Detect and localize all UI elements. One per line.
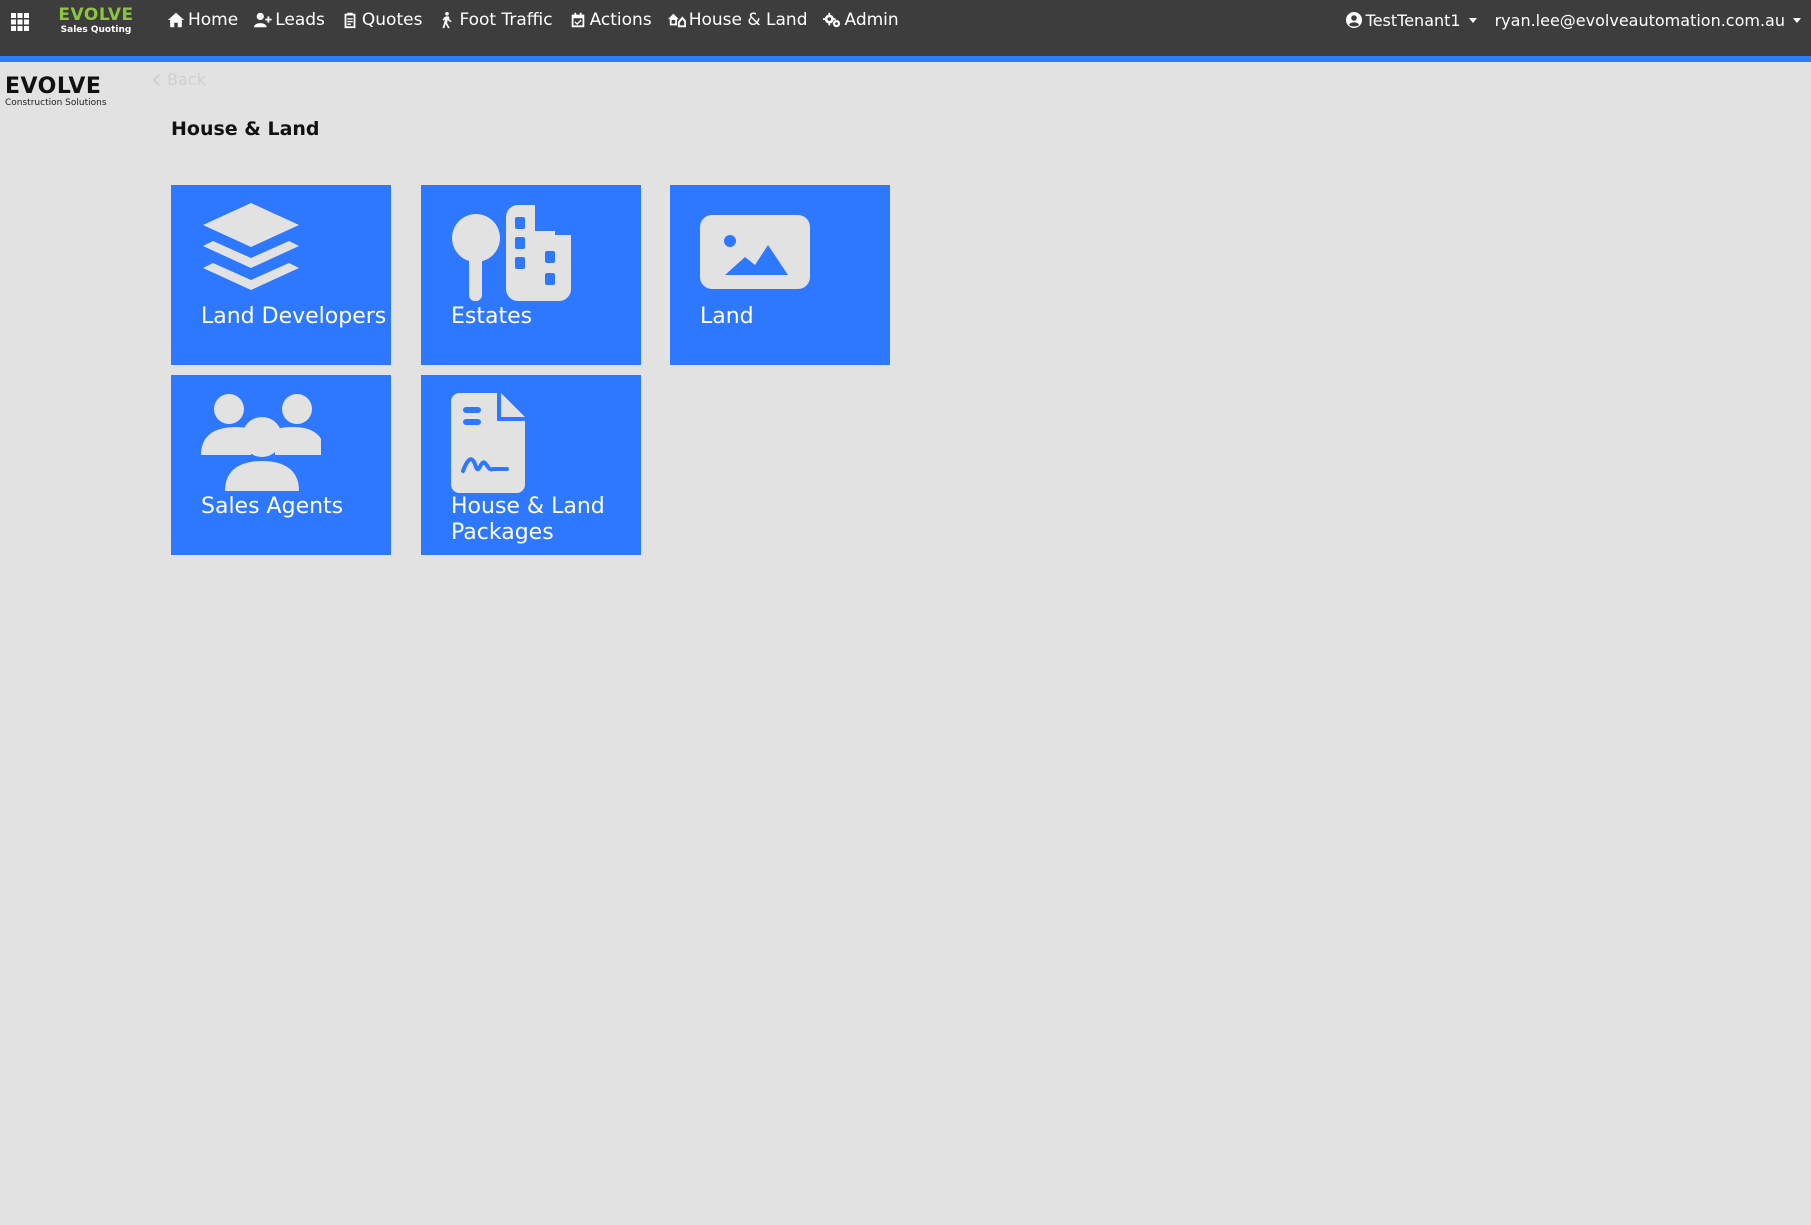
nav-home-label: Home xyxy=(188,10,239,30)
clipboard-icon xyxy=(344,12,356,29)
nav-leads[interactable]: Leads xyxy=(254,10,325,30)
company-logo: EVOLVE Construction Solutions xyxy=(5,74,107,109)
house-land-icon xyxy=(667,13,686,28)
nav-leads-label: Leads xyxy=(275,10,325,30)
tile-label: Land Developers xyxy=(201,304,387,329)
tile-label: Sales Agents xyxy=(201,494,344,519)
nav-quotes[interactable]: Quotes xyxy=(341,10,423,30)
user-dropdown[interactable]: ryan.lee@evolveautomation.com.au xyxy=(1495,11,1801,30)
tile-house-land-packages[interactable]: House & Land Packages xyxy=(421,375,641,555)
estate-buildings-icon xyxy=(452,205,571,301)
home-icon xyxy=(167,12,185,28)
tile-land-developers[interactable]: Land Developers xyxy=(171,185,391,365)
chevron-down-icon xyxy=(1793,17,1801,23)
company-logo-name: EVOLVE xyxy=(5,74,102,99)
nav-quotes-label: Quotes xyxy=(361,10,423,30)
tile-estates[interactable]: Estates xyxy=(421,185,641,365)
back-link[interactable]: Back xyxy=(151,70,206,89)
users-group-icon xyxy=(201,394,321,491)
calendar-check-icon xyxy=(571,12,584,28)
tile-label: House & Land Packages xyxy=(451,494,605,546)
gears-icon xyxy=(823,12,841,28)
tenant-label: TestTenant1 xyxy=(1365,10,1461,30)
nav-actions[interactable]: Actions xyxy=(569,10,652,30)
user-circle-icon xyxy=(1345,12,1362,28)
brand-logo[interactable]: EVOLVE Sales Quoting xyxy=(56,6,136,36)
brand-subtitle: Sales Quoting xyxy=(60,25,132,35)
tile-sales-agents[interactable]: Sales Agents xyxy=(171,375,391,555)
main-nav: Home Leads Quotes Foot Traffic Actions H… xyxy=(167,0,915,40)
landscape-image-icon xyxy=(700,215,810,289)
brand-name: EVOLVE xyxy=(58,5,134,25)
tile-label-line2: Packages xyxy=(451,520,554,545)
user-email: ryan.lee@evolveautomation.com.au xyxy=(1494,10,1785,30)
back-label: Back xyxy=(167,70,206,89)
nav-foot-traffic-label: Foot Traffic xyxy=(459,10,553,30)
nav-house-land-label: House & Land xyxy=(688,10,808,30)
tile-label: Land xyxy=(700,304,754,329)
user-plus-icon xyxy=(254,12,272,28)
tile-label-line1: House & Land xyxy=(451,494,605,519)
nav-home[interactable]: Home xyxy=(167,10,238,30)
walking-icon xyxy=(442,11,452,29)
nav-admin-label: Admin xyxy=(844,10,899,30)
layers-icon xyxy=(203,203,299,290)
signed-document-icon xyxy=(451,393,525,493)
nav-admin[interactable]: Admin xyxy=(823,10,899,30)
tile-land[interactable]: Land xyxy=(670,185,890,365)
page-title: House & Land xyxy=(171,118,320,140)
nav-foot-traffic[interactable]: Foot Traffic xyxy=(438,10,553,30)
nav-right: TestTenant1 ryan.lee@evolveautomation.co… xyxy=(1328,0,1801,40)
navbar-accent-bar xyxy=(0,56,1811,62)
tenant-dropdown[interactable]: TestTenant1 xyxy=(1345,10,1477,30)
chevron-left-icon xyxy=(152,73,160,86)
apps-grid-icon[interactable] xyxy=(10,12,30,32)
nav-actions-label: Actions xyxy=(589,10,652,30)
chevron-down-icon xyxy=(1468,17,1477,23)
company-logo-subtitle: Construction Solutions xyxy=(5,98,107,108)
nav-house-land[interactable]: House & Land xyxy=(667,10,808,30)
tile-label: Estates xyxy=(451,304,533,329)
top-navbar: EVOLVE Sales Quoting Home Leads Quotes F… xyxy=(0,0,1811,56)
